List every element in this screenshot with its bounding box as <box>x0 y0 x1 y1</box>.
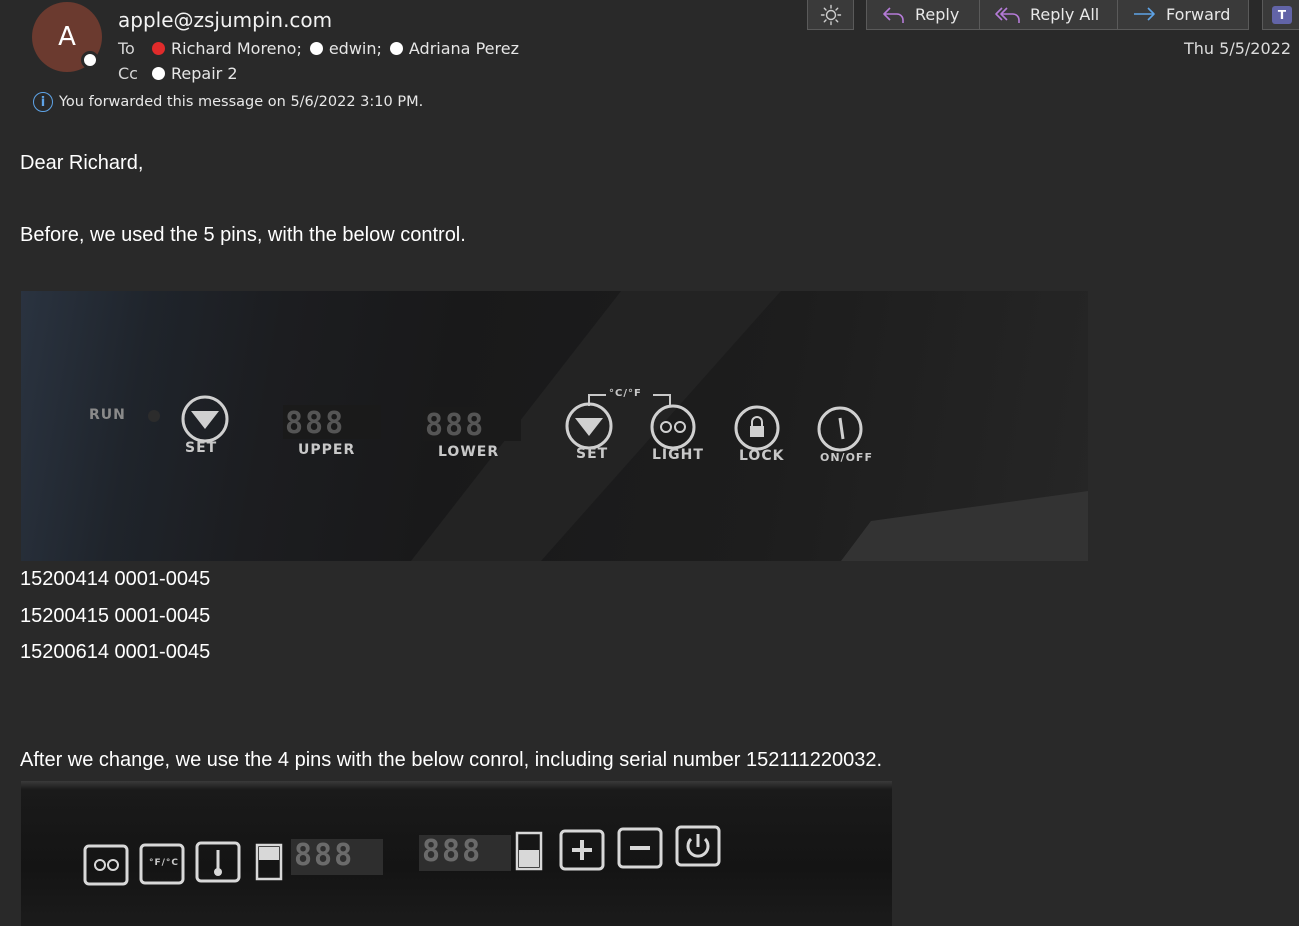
recipient-adriana-perez[interactable]: Adriana Perez <box>409 39 519 58</box>
serial-1: 15200414 0001-0045 <box>20 568 211 590</box>
forward-button[interactable]: Forward <box>1118 0 1248 29</box>
display-1: 888 <box>294 838 355 873</box>
avatar-initial: A <box>58 22 76 52</box>
reply-button[interactable]: Reply <box>867 0 980 29</box>
run-label: RUN <box>89 407 126 423</box>
presence-status-icon <box>81 51 99 69</box>
presence-icon <box>389 42 403 55</box>
message-actions: Reply Reply All Forward <box>866 0 1249 30</box>
to-label: To <box>118 39 135 58</box>
cc-row: Cc Repair 2 <box>118 64 246 83</box>
paragraph-after: After we change, we use the 4 pins with … <box>20 749 883 771</box>
presence-icon <box>152 67 165 80</box>
new-control-panel-image: °F/°C 888 888 <box>21 781 892 926</box>
set-label: SET <box>185 440 218 456</box>
serial-2: 15200415 0001-0045 <box>20 605 211 627</box>
presence-icon <box>309 42 323 55</box>
unit-toggle-label-new: °F/°C <box>149 858 180 868</box>
message-date: Thu 5/5/2022 <box>1184 39 1291 58</box>
sun-button[interactable] <box>807 0 854 30</box>
forward-arrow-icon <box>1134 6 1155 21</box>
reply-label: Reply <box>915 5 960 24</box>
sender-address[interactable]: apple@zsjumpin.com <box>118 8 332 32</box>
old-control-panel-image: RUN SET 888 UPPER 888 LOWER °C/°F SET LI… <box>21 291 1088 561</box>
reply-all-label: Reply All <box>1030 5 1100 24</box>
teams-icon: T <box>1272 5 1292 24</box>
info-icon: i <box>33 92 53 112</box>
lower-label: LOWER <box>438 444 500 460</box>
display-2: 888 <box>422 834 483 869</box>
sun-icon <box>820 4 841 25</box>
upper-label: UPPER <box>298 442 356 458</box>
serial-3: 15200614 0001-0045 <box>20 641 211 663</box>
greeting: Dear Richard, <box>20 152 144 174</box>
forwarded-info-text: You forwarded this message on 5/6/2022 3… <box>59 94 424 110</box>
forwarded-info-bar: i You forwarded this message on 5/6/2022… <box>33 92 423 112</box>
teams-button[interactable]: T <box>1262 0 1299 30</box>
lock-label: LOCK <box>739 448 785 464</box>
recipient-richard-moreno[interactable]: Richard Moreno; <box>171 39 302 58</box>
unit-toggle-label: °C/°F <box>609 388 642 399</box>
onoff-label: ON/OFF <box>820 451 873 464</box>
forward-label: Forward <box>1166 5 1231 24</box>
recipient-edwin[interactable]: edwin; <box>329 39 382 58</box>
presence-busy-icon <box>152 42 165 55</box>
paragraph-before: Before, we used the 5 pins, with the bel… <box>20 224 466 246</box>
lower-display: 888 <box>425 408 486 443</box>
light-label: LIGHT <box>652 447 704 463</box>
set2-label: SET <box>576 446 609 462</box>
cc-label: Cc <box>118 64 138 83</box>
reply-all-icon <box>995 6 1020 23</box>
to-row: To Richard Moreno; edwin; Adriana Perez <box>118 39 527 58</box>
reply-icon <box>883 6 904 23</box>
upper-display: 888 <box>285 406 346 441</box>
recipient-repair-2[interactable]: Repair 2 <box>171 64 238 83</box>
reply-all-button[interactable]: Reply All <box>980 0 1118 29</box>
old-control-panel-drawing <box>148 291 1088 561</box>
